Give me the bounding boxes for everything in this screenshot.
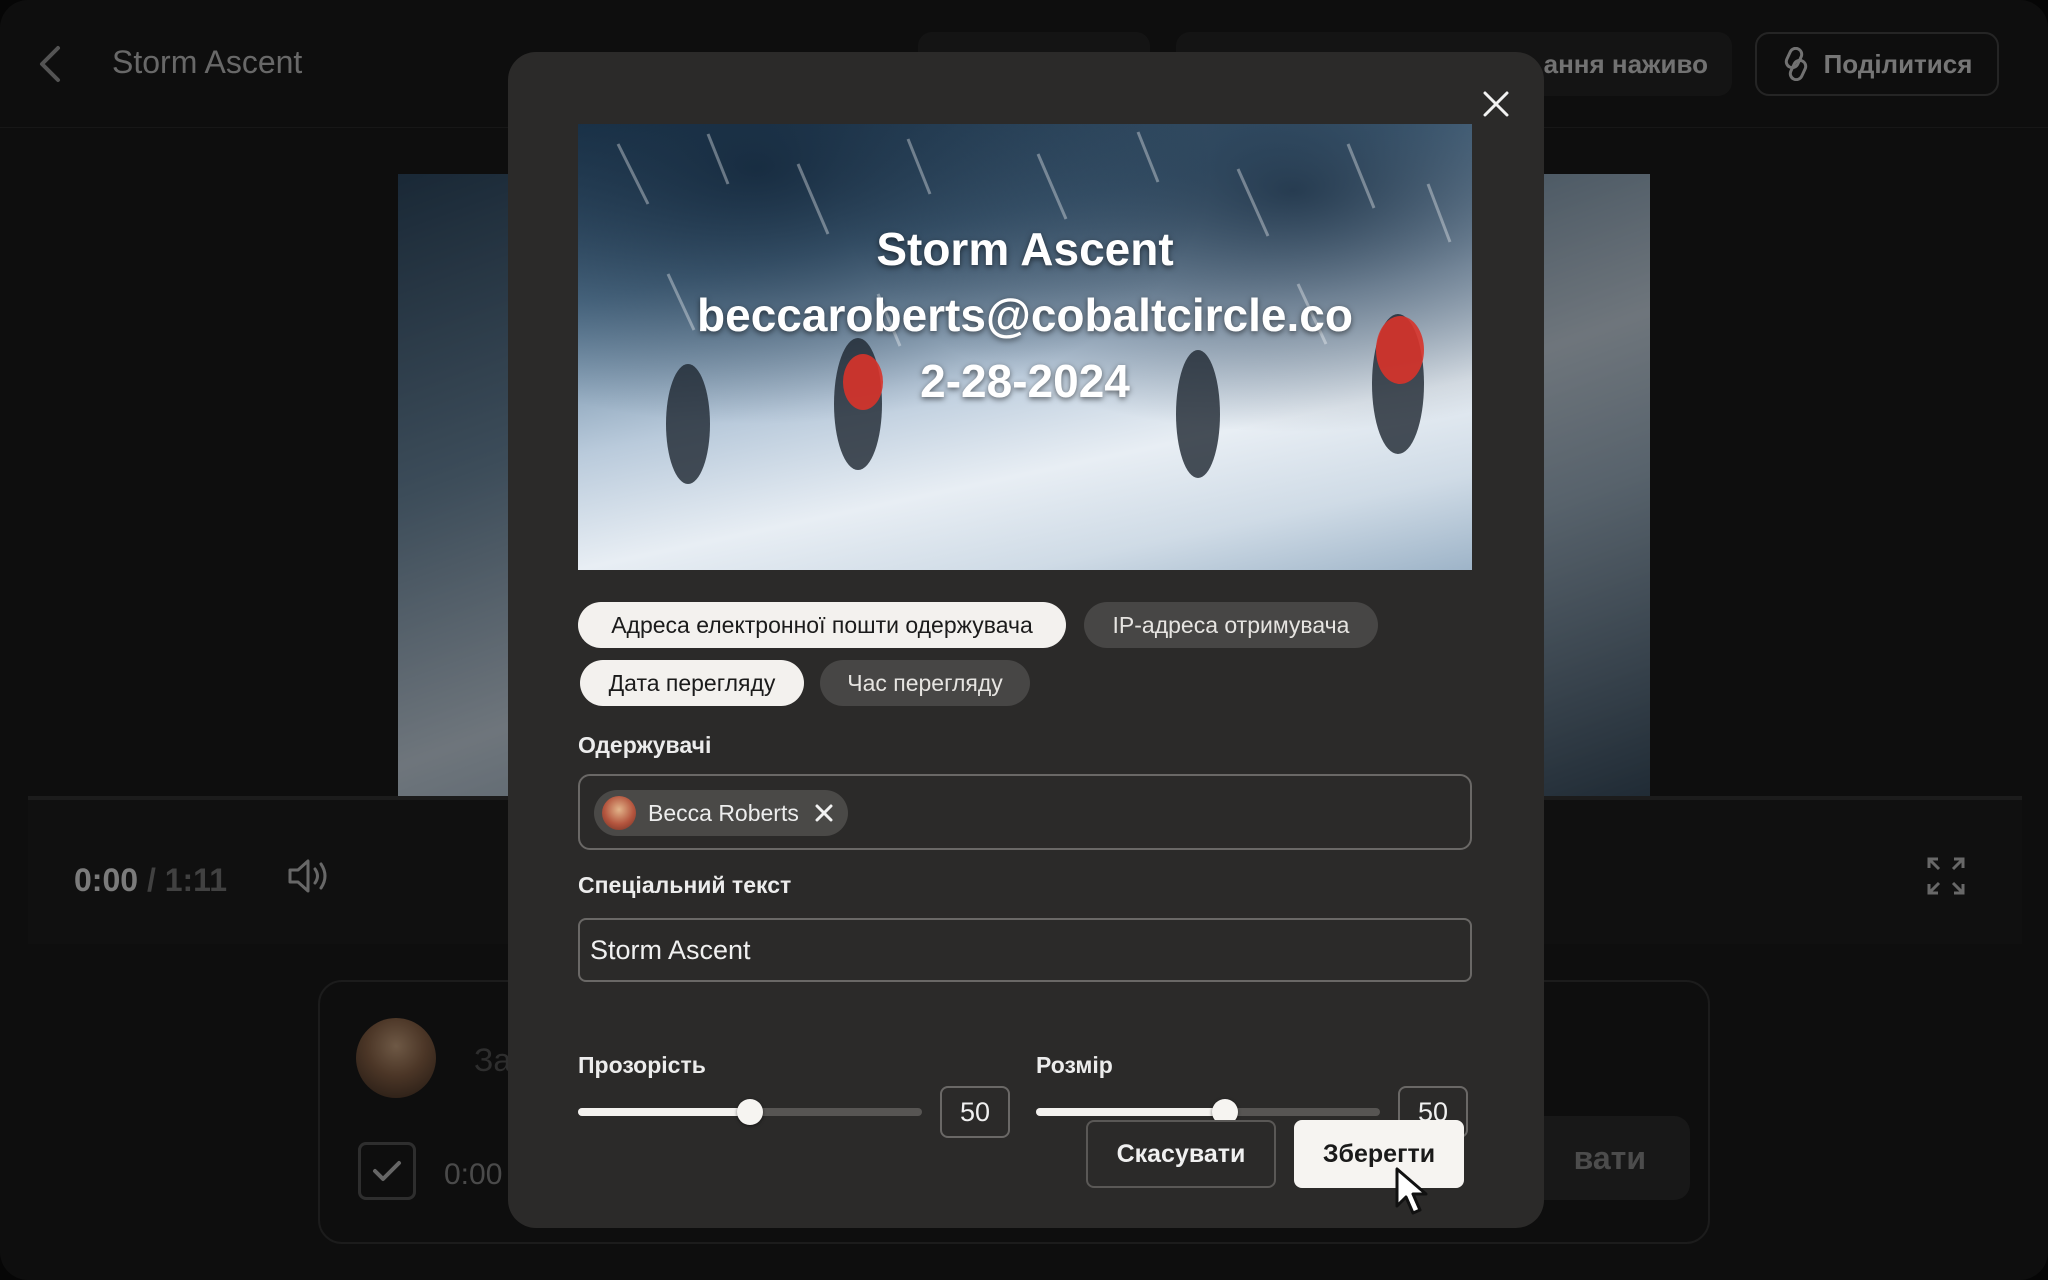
opacity-value[interactable]: 50 <box>940 1086 1010 1138</box>
option-label: Час перегляду <box>847 669 1003 696</box>
option-view-date[interactable]: Дата перегляду <box>580 660 804 706</box>
opacity-label: Прозорість <box>578 1052 706 1078</box>
close-icon <box>1483 91 1509 117</box>
size-slider[interactable] <box>1036 1099 1380 1125</box>
option-recipient-email[interactable]: Адреса електронної пошти одержувача <box>578 602 1066 648</box>
size-label: Розмір <box>1036 1052 1113 1078</box>
snow-streaks-image <box>616 131 1452 484</box>
recipients-field[interactable]: Becca Roberts <box>578 774 1472 850</box>
watermark-line-title: Storm Ascent <box>876 223 1174 275</box>
watermark-settings-dialog: Storm Ascent beccaroberts@cobaltcircle.c… <box>508 52 1544 1228</box>
cancel-label: Скасувати <box>1116 1139 1246 1168</box>
option-label: Адреса електронної пошти одержувача <box>611 611 1033 638</box>
watermark-preview: Storm Ascent beccaroberts@cobaltcircle.c… <box>578 124 1472 570</box>
option-label: Дата перегляду <box>608 669 776 696</box>
close-button[interactable] <box>1474 82 1518 126</box>
size-slider-fill <box>1036 1108 1226 1116</box>
custom-text-input[interactable] <box>578 918 1472 982</box>
opacity-slider[interactable] <box>578 1099 922 1125</box>
watermark-line-email: beccaroberts@cobaltcircle.co <box>697 289 1353 341</box>
custom-text-label: Спеціальний текст <box>578 872 792 898</box>
remove-recipient-button[interactable] <box>815 804 833 822</box>
close-icon <box>815 804 833 822</box>
save-button[interactable]: Зберегти <box>1294 1120 1464 1188</box>
save-label: Зберегти <box>1322 1139 1436 1168</box>
watermark-line-date: 2-28-2024 <box>920 355 1130 407</box>
option-view-time[interactable]: Час перегляду <box>820 660 1030 706</box>
opacity-slider-fill <box>578 1108 750 1116</box>
opacity-slider-handle[interactable] <box>737 1099 763 1125</box>
recipient-chip: Becca Roberts <box>594 790 848 836</box>
option-label: IP-адреса отримувача <box>1112 611 1350 638</box>
option-recipient-ip[interactable]: IP-адреса отримувача <box>1084 602 1378 648</box>
avatar <box>602 796 636 830</box>
mouse-pointer-icon <box>1395 1167 1428 1215</box>
cancel-button[interactable]: Скасувати <box>1086 1120 1276 1188</box>
opacity-control: Прозорість 50 <box>578 1052 1022 1142</box>
recipients-label: Одержувачі <box>578 732 712 758</box>
recipient-name: Becca Roberts <box>648 799 799 826</box>
